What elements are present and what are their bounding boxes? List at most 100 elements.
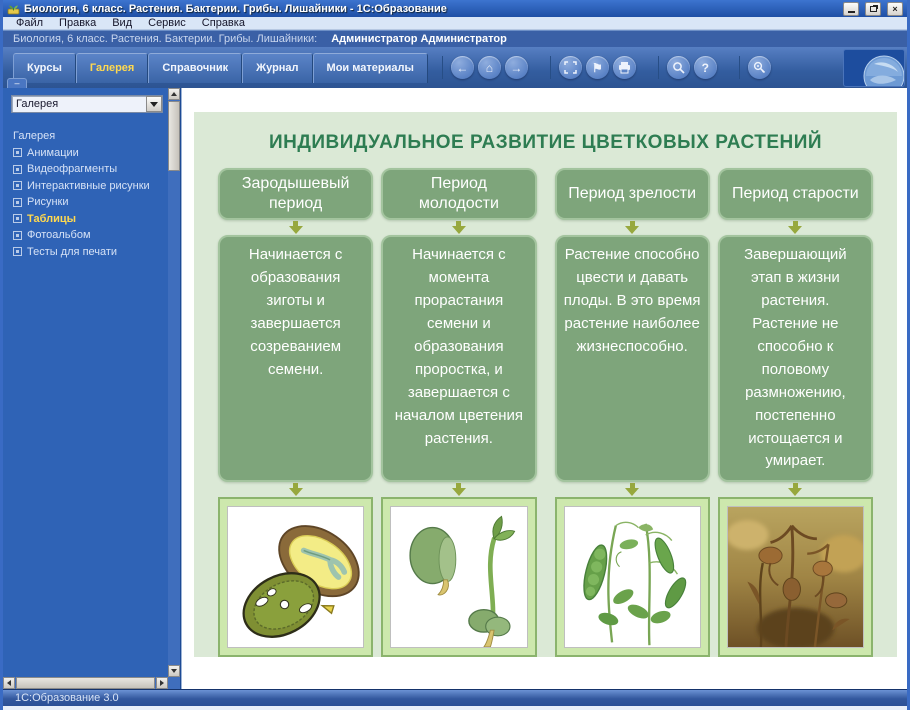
home-button[interactable]: ⌂ xyxy=(478,56,501,79)
dropdown-open-button[interactable] xyxy=(146,96,162,112)
arrow-left-icon xyxy=(7,680,11,686)
minimize-icon xyxy=(848,11,855,13)
tree-node-icon xyxy=(13,214,22,223)
tree-item-pictures[interactable]: Рисунки xyxy=(13,194,164,211)
sidebar-vertical-scrollbar[interactable] xyxy=(168,88,180,677)
pea-plant-with-pods-illustration xyxy=(564,506,701,648)
withered-plants-photo xyxy=(727,506,864,648)
scrollbar-corner xyxy=(168,677,180,689)
period-description: Начинается с образования зиготы и заверш… xyxy=(218,235,373,482)
body-row: Галерея Галерея Анимации Видеофрагменты xyxy=(3,88,907,689)
scroll-down-button[interactable] xyxy=(168,665,180,677)
presentation-flag-icon: ⚑ xyxy=(592,61,603,75)
tree-node-icon xyxy=(13,148,22,157)
print-icon xyxy=(618,61,631,74)
gallery-tree: Галерея Анимации Видеофрагменты Интеракт… xyxy=(13,128,164,260)
period-description: Завершающий этап в жизни растения. Расте… xyxy=(718,235,873,482)
scroll-right-button[interactable] xyxy=(156,677,168,689)
tree-item-tables[interactable]: Таблицы xyxy=(13,211,164,228)
arrow-down-icon xyxy=(381,220,536,235)
dropdown-value: Галерея xyxy=(12,98,146,110)
tab-reference[interactable]: Справочник xyxy=(148,53,242,83)
period-description: Растение способно цвести и давать плоды.… xyxy=(555,235,710,482)
course-title: Биология, 6 класс. Растения. Бактерии. Г… xyxy=(13,33,317,45)
fullscreen-button[interactable] xyxy=(559,56,582,79)
table-panel: ИНДИВИДУАЛЬНОЕ РАЗВИТИЕ ЦВЕТКОВЫХ РАСТЕН… xyxy=(194,112,897,657)
search-icon xyxy=(672,61,685,74)
image-frame xyxy=(381,497,536,657)
nav-button-group: ← ⌂ → xyxy=(442,56,536,79)
back-icon: ← xyxy=(456,61,468,75)
tree-item-animations[interactable]: Анимации xyxy=(13,145,164,162)
image-frame xyxy=(218,497,373,657)
seed-cross-section-illustration xyxy=(227,506,364,648)
tree-item-photo-album[interactable]: Фотоальбом xyxy=(13,227,164,244)
chevron-down-icon xyxy=(150,102,158,107)
globe-logo xyxy=(843,49,905,87)
info-bar: Биология, 6 класс. Растения. Бактерии. Г… xyxy=(3,30,907,47)
menu-help[interactable]: Справка xyxy=(195,17,252,30)
scroll-up-button[interactable] xyxy=(168,88,180,100)
restore-icon xyxy=(870,6,877,12)
tree-node-icon xyxy=(13,247,22,256)
column-embryo-period: Зародышевый период Начинается с образова… xyxy=(218,168,373,657)
period-description: Начинается с момента прорастания семени … xyxy=(381,235,536,482)
presentation-button[interactable]: ⚑ xyxy=(586,56,609,79)
close-button[interactable]: × xyxy=(887,2,903,16)
tab-my-materials[interactable]: Мои материалы xyxy=(313,53,428,83)
forward-button[interactable]: → xyxy=(505,56,528,79)
tab-journal[interactable]: Журнал xyxy=(242,53,312,83)
arrow-down-icon xyxy=(218,482,373,497)
print-button[interactable] xyxy=(613,56,636,79)
view-button-group: ⚑ xyxy=(550,56,644,79)
back-button[interactable]: ← xyxy=(451,56,474,79)
toolbar: Курсы Галерея Справочник Журнал Мои мате… xyxy=(3,47,907,88)
tree-item-video-fragments[interactable]: Видеофрагменты xyxy=(13,161,164,178)
minimize-button[interactable] xyxy=(843,2,859,16)
column-maturity-period: Период зрелости Растение способно цвести… xyxy=(555,168,710,657)
main-tabs: Курсы Галерея Справочник Журнал Мои мате… xyxy=(13,53,428,83)
app-icon xyxy=(7,2,20,15)
search-button[interactable] xyxy=(667,56,690,79)
period-header: Период молодости xyxy=(381,168,536,220)
horizontal-scroll-thumb[interactable] xyxy=(16,677,155,689)
vertical-scroll-thumb[interactable] xyxy=(168,101,180,171)
arrow-down-icon xyxy=(718,220,873,235)
fullscreen-icon xyxy=(564,61,577,74)
gallery-section-dropdown[interactable]: Галерея xyxy=(11,95,163,113)
sidebar: Галерея Галерея Анимации Видеофрагменты xyxy=(3,88,181,689)
page-title: ИНДИВИДУАЛЬНОЕ РАЗВИТИЕ ЦВЕТКОВЫХ РАСТЕН… xyxy=(214,132,877,154)
menu-service[interactable]: Сервис xyxy=(141,17,193,30)
arrow-down-icon xyxy=(555,482,710,497)
tree-item-interactive-pictures[interactable]: Интерактивные рисунки xyxy=(13,178,164,195)
key-search-button[interactable] xyxy=(748,56,771,79)
status-text: 1С:Образование 3.0 xyxy=(15,692,119,704)
column-old-age-period: Период старости Завершающий этап в жизни… xyxy=(718,168,873,657)
help-button[interactable]: ? xyxy=(694,56,717,79)
application-window: Биология, 6 класс. Растения. Бактерии. Г… xyxy=(0,0,910,710)
tree-node-icon xyxy=(13,231,22,240)
arrow-down-icon xyxy=(171,669,177,673)
menu-view[interactable]: Вид xyxy=(105,17,139,30)
tab-gallery[interactable]: Галерея xyxy=(76,53,148,83)
period-header: Зародышевый период xyxy=(218,168,373,220)
menu-bar: Файл Правка Вид Сервис Справка xyxy=(3,17,907,30)
tree-node-icon xyxy=(13,198,22,207)
key-search-group xyxy=(739,56,779,79)
period-columns: Зародышевый период Начинается с образова… xyxy=(214,168,877,657)
arrow-right-icon xyxy=(160,680,164,686)
title-bar: Биология, 6 класс. Растения. Бактерии. Г… xyxy=(3,0,907,17)
menu-file[interactable]: Файл xyxy=(9,17,50,30)
tree-item-printable-tests[interactable]: Тесты для печати xyxy=(13,244,164,261)
restore-button[interactable] xyxy=(865,2,881,16)
sidebar-horizontal-scrollbar[interactable] xyxy=(3,677,168,689)
current-user: Администратор Администратор xyxy=(331,33,507,45)
main-content: ИНДИВИДУАЛЬНОЕ РАЗВИТИЕ ЦВЕТКОВЫХ РАСТЕН… xyxy=(181,88,907,689)
arrow-down-icon xyxy=(718,482,873,497)
tree-item-gallery-root[interactable]: Галерея xyxy=(13,128,164,145)
status-bar: 1С:Образование 3.0 xyxy=(3,689,907,706)
key-search-icon xyxy=(753,61,766,74)
scroll-left-button[interactable] xyxy=(3,677,15,689)
menu-edit[interactable]: Правка xyxy=(52,17,103,30)
tree-node-icon xyxy=(13,181,22,190)
